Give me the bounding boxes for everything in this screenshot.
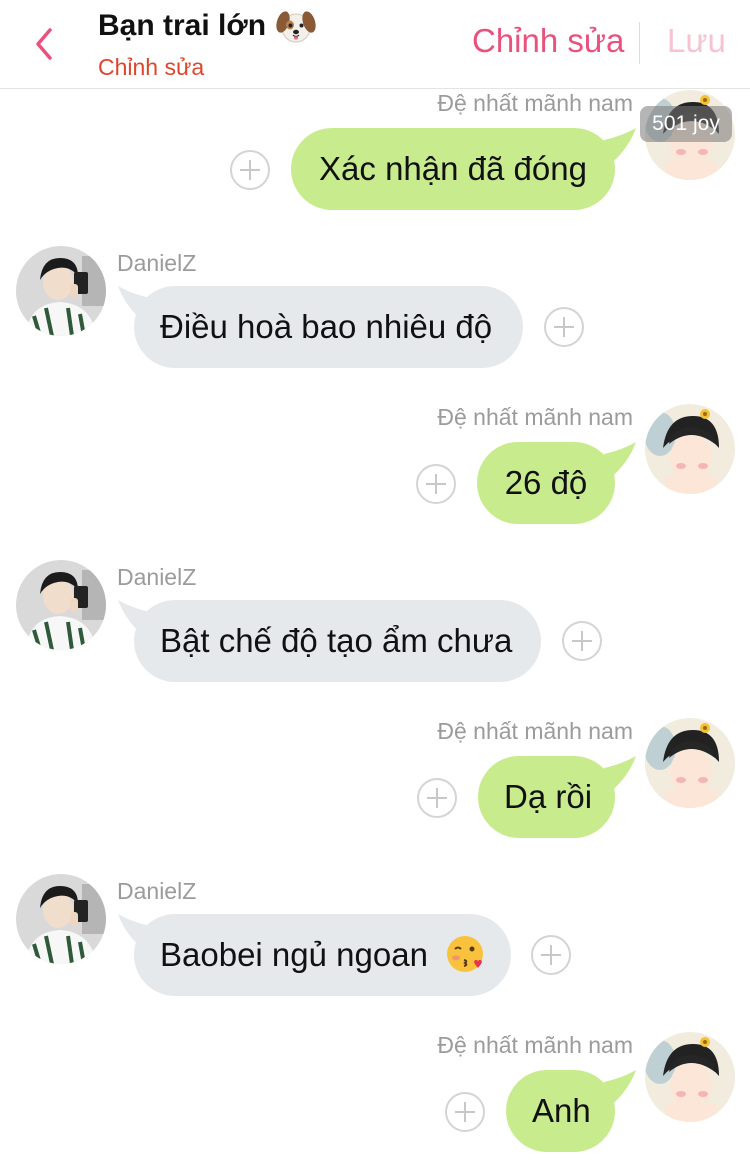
sender-name: DanielZ <box>117 250 197 276</box>
message-text: Bật chế độ tạo ẩm chưa <box>160 622 513 659</box>
dog-face-icon <box>276 7 316 45</box>
bubble-tail <box>604 442 636 480</box>
avatar-danielz[interactable] <box>16 246 106 336</box>
back-button[interactable] <box>28 24 62 64</box>
chevron-left-icon <box>36 28 52 60</box>
avatar-self[interactable] <box>645 404 735 494</box>
message-bubble-received[interactable]: Baobei ngủ ngoan <box>134 914 511 996</box>
avatar-danielz[interactable] <box>16 874 106 964</box>
add-reaction-button[interactable] <box>544 307 584 347</box>
add-reaction-button[interactable] <box>562 621 602 661</box>
bubble-tail <box>604 1070 636 1108</box>
sender-name: Đệ nhất mãnh nam <box>437 1032 633 1058</box>
message-text: 26 độ <box>504 464 588 501</box>
subtitle-edit-link[interactable]: Chỉnh sửa <box>98 54 316 81</box>
save-button[interactable]: Lưu <box>667 22 726 60</box>
message-text: Anh <box>532 1092 591 1129</box>
add-reaction-button[interactable] <box>531 935 571 975</box>
add-reaction-button[interactable] <box>417 778 457 818</box>
avatar-self[interactable] <box>645 1032 735 1122</box>
message-bubble-sent[interactable]: Dạ rồi <box>478 756 615 838</box>
sender-name: DanielZ <box>117 564 197 590</box>
message-text: Dạ rồi <box>504 778 593 815</box>
watermark-label: 501 joy <box>640 106 732 142</box>
kissing-face-icon <box>447 936 484 973</box>
sender-name: Đệ nhất mãnh nam <box>437 404 633 430</box>
sender-name: Đệ nhất mãnh nam <box>437 90 633 116</box>
add-reaction-button[interactable] <box>445 1092 485 1132</box>
chat-title-block: Bạn trai lớn Chỉnh sửa <box>98 6 316 81</box>
avatar-self[interactable] <box>645 718 735 808</box>
message-bubble-received[interactable]: Điều hoà bao nhiêu độ <box>134 286 523 368</box>
sender-name: Đệ nhất mãnh nam <box>437 718 633 744</box>
bubble-tail <box>604 128 636 166</box>
message-bubble-sent[interactable]: Xác nhận đã đóng <box>291 128 615 210</box>
message-text: Điều hoà bao nhiêu độ <box>160 308 493 345</box>
sender-name: DanielZ <box>117 878 197 904</box>
add-reaction-button[interactable] <box>230 150 270 190</box>
bubble-tail <box>604 756 636 794</box>
message-text: Baobei ngủ ngoan <box>160 936 428 973</box>
header-divider <box>639 22 640 64</box>
message-bubble-received[interactable]: Bật chế độ tạo ẩm chưa <box>134 600 541 682</box>
edit-button[interactable]: Chỉnh sửa <box>472 22 624 60</box>
avatar-danielz[interactable] <box>16 560 106 650</box>
message-text: Xác nhận đã đóng <box>319 150 587 187</box>
chat-header: Bạn trai lớn Chỉnh sửa Chỉnh sửa Lưu <box>0 0 750 89</box>
message-bubble-sent[interactable]: Anh <box>506 1070 615 1152</box>
add-reaction-button[interactable] <box>416 464 456 504</box>
chat-title: Bạn trai lớn <box>98 9 267 42</box>
message-bubble-sent[interactable]: 26 độ <box>477 442 615 524</box>
